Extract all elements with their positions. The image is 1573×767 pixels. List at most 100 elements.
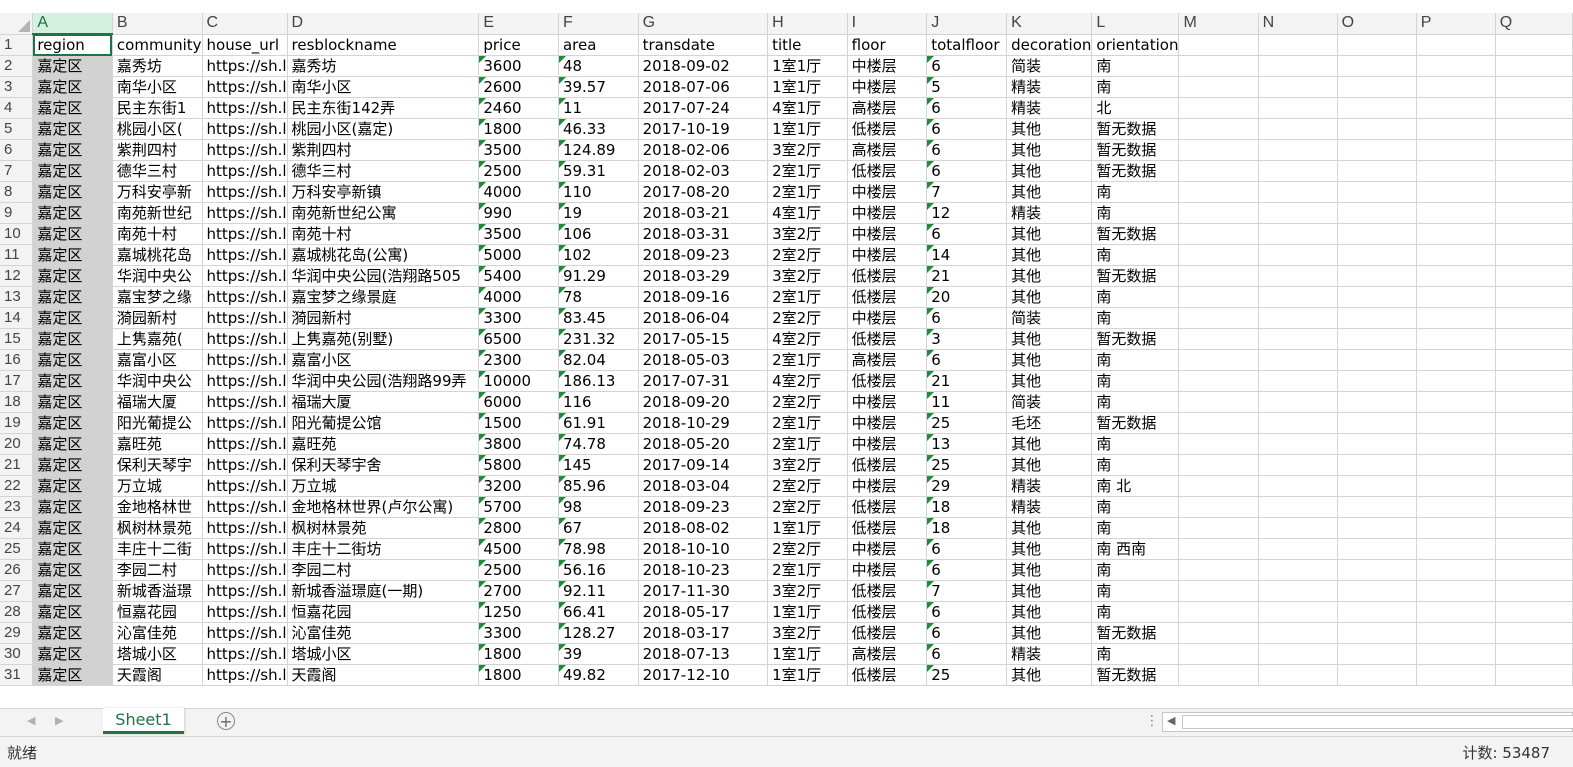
cell-k1[interactable]: decoration [1006, 34, 1093, 56]
cell-e9[interactable]: 990 [478, 202, 559, 224]
cell-n14[interactable] [1258, 307, 1338, 329]
column-header-m[interactable]: M [1178, 13, 1259, 35]
row-header-26[interactable]: 26 [0, 559, 34, 581]
cell-b25[interactable]: 丰庄十二街 [112, 538, 203, 560]
cell-b28[interactable]: 恒嘉花园 [112, 601, 203, 623]
cell-o10[interactable] [1337, 223, 1417, 245]
cell-g12[interactable]: 2018-03-29 [638, 265, 769, 287]
cell-p13[interactable] [1416, 286, 1496, 308]
cell-m7[interactable] [1178, 160, 1259, 182]
cell-k17[interactable]: 其他 [1006, 370, 1093, 392]
cell-l19[interactable]: 暂无数据 [1091, 412, 1180, 434]
cell-b17[interactable]: 华润中央公 [112, 370, 203, 392]
cell-c24[interactable]: https://sh.l [202, 517, 288, 539]
cell-c21[interactable]: https://sh.l [202, 454, 288, 476]
cell-p6[interactable] [1416, 139, 1496, 161]
cell-n5[interactable] [1258, 118, 1338, 140]
cell-k26[interactable]: 其他 [1006, 559, 1093, 581]
row-header-15[interactable]: 15 [0, 328, 34, 350]
cell-d9[interactable]: 南苑新世纪公寓 [287, 202, 480, 224]
cell-b12[interactable]: 华润中央公 [112, 265, 203, 287]
cell-h18[interactable]: 2室2厅 [767, 391, 848, 413]
cell-n24[interactable] [1258, 517, 1338, 539]
cell-p21[interactable] [1416, 454, 1496, 476]
row-header-4[interactable]: 4 [0, 97, 34, 119]
cell-j25[interactable]: 6 [926, 538, 1008, 560]
column-header-i[interactable]: I [847, 13, 928, 35]
cell-l23[interactable]: 南 [1091, 496, 1180, 518]
cell-q5[interactable] [1495, 118, 1573, 140]
cell-q31[interactable] [1495, 664, 1573, 686]
cell-g27[interactable]: 2017-11-30 [638, 580, 769, 602]
cell-n27[interactable] [1258, 580, 1338, 602]
cell-o15[interactable] [1337, 328, 1417, 350]
cell-n23[interactable] [1258, 496, 1338, 518]
cell-c28[interactable]: https://sh.l [202, 601, 288, 623]
cell-o11[interactable] [1337, 244, 1417, 266]
cell-p12[interactable] [1416, 265, 1496, 287]
cell-f5[interactable]: 46.33 [558, 118, 639, 140]
cell-k10[interactable]: 其他 [1006, 223, 1093, 245]
cell-j6[interactable]: 6 [926, 139, 1008, 161]
cell-p28[interactable] [1416, 601, 1496, 623]
cell-k7[interactable]: 其他 [1006, 160, 1093, 182]
cell-j16[interactable]: 6 [926, 349, 1008, 371]
cell-d6[interactable]: 紫荆四村 [287, 139, 480, 161]
cell-d23[interactable]: 金地格林世界(卢尔公寓) [287, 496, 480, 518]
cell-d28[interactable]: 恒嘉花园 [287, 601, 480, 623]
cell-q21[interactable] [1495, 454, 1573, 476]
cell-q29[interactable] [1495, 622, 1573, 644]
cell-o17[interactable] [1337, 370, 1417, 392]
row-header-16[interactable]: 16 [0, 349, 34, 371]
cell-i8[interactable]: 中楼层 [847, 181, 928, 203]
cell-o24[interactable] [1337, 517, 1417, 539]
cell-k24[interactable]: 其他 [1006, 517, 1093, 539]
cell-n9[interactable] [1258, 202, 1338, 224]
row-header-28[interactable]: 28 [0, 601, 34, 623]
cell-m21[interactable] [1178, 454, 1259, 476]
cell-i31[interactable]: 低楼层 [847, 664, 928, 686]
cell-q12[interactable] [1495, 265, 1573, 287]
cell-a10[interactable]: 嘉定区 [32, 223, 113, 245]
cell-b19[interactable]: 阳光葡提公 [112, 412, 203, 434]
cell-c12[interactable]: https://sh.l [202, 265, 288, 287]
cell-l13[interactable]: 南 [1091, 286, 1180, 308]
row-header-9[interactable]: 9 [0, 202, 34, 224]
cell-d17[interactable]: 华润中央公园(浩翔路99弄 [287, 370, 480, 392]
cell-o31[interactable] [1337, 664, 1417, 686]
cell-e14[interactable]: 3300 [478, 307, 559, 329]
cell-k15[interactable]: 其他 [1006, 328, 1093, 350]
row-header-13[interactable]: 13 [0, 286, 34, 308]
cell-h10[interactable]: 3室2厅 [767, 223, 848, 245]
cell-l29[interactable]: 暂无数据 [1091, 622, 1180, 644]
cell-a30[interactable]: 嘉定区 [32, 643, 113, 665]
cell-k19[interactable]: 毛坯 [1006, 412, 1093, 434]
cell-l8[interactable]: 南 [1091, 181, 1180, 203]
column-header-l[interactable]: L [1091, 13, 1180, 35]
cell-e20[interactable]: 3800 [478, 433, 559, 455]
prev-sheet-arrow-icon[interactable]: ◀ [27, 714, 35, 727]
cell-l21[interactable]: 南 [1091, 454, 1180, 476]
cell-h31[interactable]: 1室1厅 [767, 664, 848, 686]
cell-i28[interactable]: 低楼层 [847, 601, 928, 623]
cell-f23[interactable]: 98 [558, 496, 639, 518]
cell-m16[interactable] [1178, 349, 1259, 371]
column-header-p[interactable]: P [1416, 13, 1496, 35]
cell-d20[interactable]: 嘉旺苑 [287, 433, 480, 455]
cell-e23[interactable]: 5700 [478, 496, 559, 518]
cell-g18[interactable]: 2018-09-20 [638, 391, 769, 413]
cell-g14[interactable]: 2018-06-04 [638, 307, 769, 329]
cell-b9[interactable]: 南苑新世纪 [112, 202, 203, 224]
cell-n21[interactable] [1258, 454, 1338, 476]
cell-q4[interactable] [1495, 97, 1573, 119]
cell-e19[interactable]: 1500 [478, 412, 559, 434]
cell-o1[interactable] [1337, 34, 1417, 56]
cell-d2[interactable]: 嘉秀坊 [287, 55, 480, 77]
cell-e15[interactable]: 6500 [478, 328, 559, 350]
cell-c14[interactable]: https://sh.l [202, 307, 288, 329]
cell-n28[interactable] [1258, 601, 1338, 623]
column-header-j[interactable]: J [926, 13, 1008, 35]
cell-i19[interactable]: 中楼层 [847, 412, 928, 434]
cell-j20[interactable]: 13 [926, 433, 1008, 455]
cell-k4[interactable]: 精装 [1006, 97, 1093, 119]
